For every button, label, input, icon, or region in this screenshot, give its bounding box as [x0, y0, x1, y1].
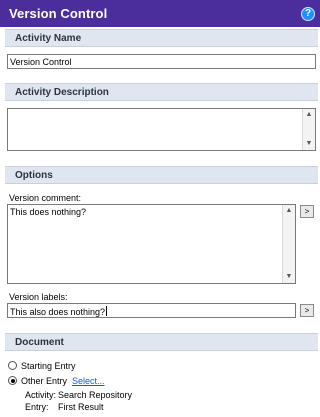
starting-entry-label[interactable]: Starting Entry [21, 361, 76, 371]
entry-field-label: Entry: [25, 402, 49, 412]
activity-description-input[interactable]: ▲ ▼ [7, 108, 316, 151]
version-comment-input[interactable]: This does nothing? ▲ ▼ [7, 204, 296, 284]
other-entry-radio[interactable] [8, 376, 17, 385]
version-labels-input[interactable]: This also does nothing? [7, 303, 296, 318]
section-title: Document [15, 337, 64, 348]
activity-name-value: Version Control [10, 57, 72, 67]
section-activity-name: Activity Name [5, 29, 318, 47]
help-icon[interactable]: ? [301, 7, 315, 21]
text-caret [106, 306, 108, 316]
section-options: Options [5, 166, 318, 184]
scrollbar[interactable]: ▲ ▼ [302, 109, 315, 150]
scroll-up-icon[interactable]: ▲ [283, 205, 295, 217]
section-title: Activity Description [15, 87, 109, 98]
other-entry-label[interactable]: Other Entry [21, 376, 67, 386]
version-comment-label: Version comment: [9, 193, 82, 203]
section-document: Document [5, 333, 318, 351]
version-labels-value: This also does nothing? [10, 306, 108, 317]
version-labels-expand-button[interactable]: > [300, 304, 314, 317]
section-title: Options [15, 170, 53, 181]
scroll-down-icon[interactable]: ▼ [283, 271, 295, 283]
activity-name-input[interactable]: Version Control [7, 54, 316, 69]
title-bar: Version Control ? [0, 0, 320, 27]
select-entry-link[interactable]: Select... [72, 376, 105, 386]
starting-entry-radio[interactable] [8, 361, 17, 370]
activity-field-label: Activity: [25, 390, 57, 400]
scrollbar[interactable]: ▲ ▼ [282, 205, 295, 283]
version-labels-label: Version labels: [9, 292, 68, 302]
scroll-up-icon[interactable]: ▲ [303, 109, 315, 121]
activity-field-value: Search Repository [58, 390, 133, 400]
version-comment-expand-button[interactable]: > [300, 205, 314, 218]
scroll-down-icon[interactable]: ▼ [303, 138, 315, 150]
section-activity-description: Activity Description [5, 83, 318, 101]
window-title: Version Control [9, 6, 108, 21]
version-comment-value: This does nothing? [10, 207, 87, 217]
section-title: Activity Name [15, 33, 82, 44]
entry-field-value: First Result [58, 402, 104, 412]
